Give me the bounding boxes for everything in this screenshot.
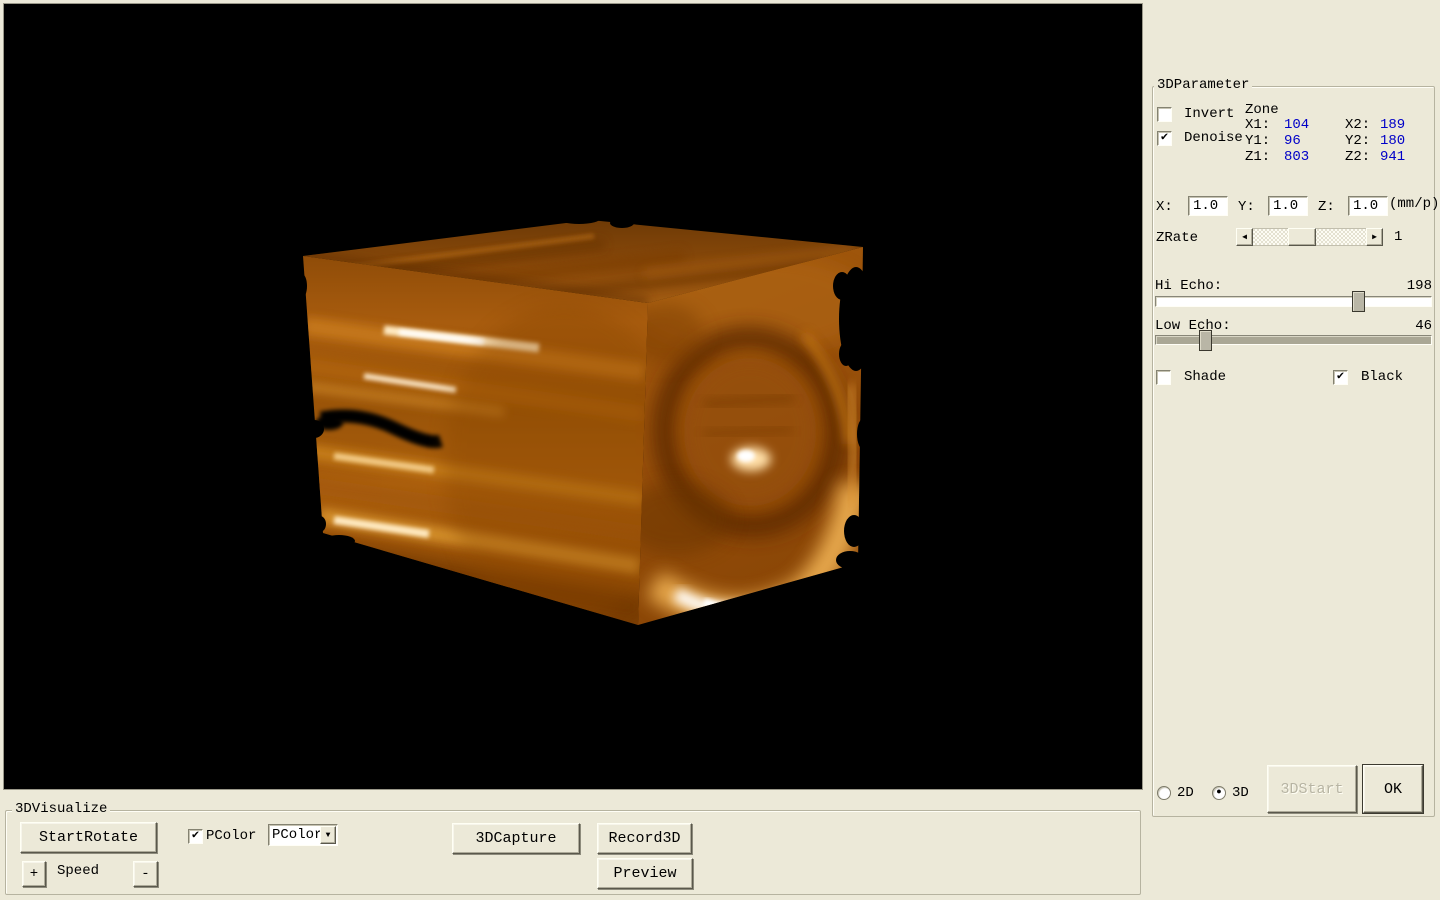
low-echo-slider-thumb[interactable] bbox=[1199, 330, 1212, 351]
app-window: { "colors": { "bg": "#ece9d8", "viewport… bbox=[0, 0, 1440, 900]
pcolor-dropdown-value: PColor bbox=[272, 827, 322, 843]
chevron-down-icon[interactable]: ▼ bbox=[320, 826, 336, 844]
3dstart-button[interactable]: 3DStart bbox=[1267, 765, 1357, 813]
group-title-3dvisualize: 3DVisualize bbox=[12, 802, 110, 817]
y-scale-input[interactable] bbox=[1268, 196, 1308, 216]
zrate-value: 1 bbox=[1394, 229, 1402, 245]
zone-z2-label: Z2: bbox=[1345, 149, 1370, 165]
zone-y1-value: 96 bbox=[1284, 133, 1301, 149]
black-checkbox[interactable]: ✔ bbox=[1333, 370, 1348, 385]
mode-2d-label: 2D bbox=[1177, 785, 1194, 801]
low-echo-label: Low Echo: bbox=[1155, 318, 1231, 334]
low-echo-value: 46 bbox=[1370, 318, 1432, 334]
black-label: Black bbox=[1361, 369, 1403, 385]
invert-checkbox[interactable] bbox=[1157, 107, 1172, 122]
checkbox-mark: ✔ bbox=[1158, 131, 1171, 144]
hi-echo-value: 198 bbox=[1370, 278, 1432, 294]
scale-unit-label: (mm/p) bbox=[1389, 196, 1439, 212]
volume-render bbox=[4, 4, 1143, 790]
zrate-right-arrow-icon[interactable]: ▶ bbox=[1366, 228, 1383, 246]
speed-label: Speed bbox=[57, 863, 99, 879]
denoise-label: Denoise bbox=[1184, 130, 1243, 146]
mode-3d-radio[interactable]: ● bbox=[1212, 786, 1226, 800]
speed-minus-button[interactable]: - bbox=[133, 861, 158, 887]
zone-y1-label: Y1: bbox=[1245, 133, 1270, 149]
y-scale-label: Y: bbox=[1238, 199, 1255, 215]
checkbox-mark: ✔ bbox=[1334, 370, 1347, 383]
pcolor-checkbox[interactable]: ✔ bbox=[188, 829, 203, 844]
record3d-button[interactable]: Record3D bbox=[597, 823, 692, 854]
x-scale-label: X: bbox=[1156, 199, 1173, 215]
invert-label: Invert bbox=[1184, 106, 1234, 122]
zone-y2-label: Y2: bbox=[1345, 133, 1370, 149]
zone-x1-label: X1: bbox=[1245, 117, 1270, 133]
zrate-scrollbar-thumb[interactable] bbox=[1288, 228, 1316, 246]
render-viewport[interactable] bbox=[3, 3, 1143, 790]
z-scale-input[interactable] bbox=[1348, 196, 1388, 216]
x-scale-input[interactable] bbox=[1188, 196, 1228, 216]
zone-z1-value: 803 bbox=[1284, 149, 1309, 165]
shade-checkbox[interactable] bbox=[1156, 370, 1171, 385]
shade-label: Shade bbox=[1184, 369, 1226, 385]
group-title-3dparameter: 3DParameter bbox=[1154, 78, 1252, 93]
hi-echo-slider-thumb[interactable] bbox=[1352, 291, 1365, 312]
zone-x1-value: 104 bbox=[1284, 117, 1309, 133]
ok-button[interactable]: OK bbox=[1363, 765, 1423, 813]
zrate-left-arrow-icon[interactable]: ◀ bbox=[1236, 228, 1253, 246]
zrate-scrollbar[interactable]: ◀ ▶ bbox=[1236, 228, 1383, 246]
zone-label: Zone bbox=[1245, 102, 1279, 118]
zone-y2-value: 180 bbox=[1380, 133, 1405, 149]
zone-z1-label: Z1: bbox=[1245, 149, 1270, 165]
pcolor-label: PColor bbox=[206, 828, 256, 844]
zone-x2-value: 189 bbox=[1380, 117, 1405, 133]
low-echo-slider-track[interactable] bbox=[1155, 335, 1432, 345]
hi-echo-slider-track[interactable] bbox=[1155, 296, 1432, 307]
zone-x2-label: X2: bbox=[1345, 117, 1370, 133]
mode-3d-label: 3D bbox=[1232, 785, 1249, 801]
3dcapture-button[interactable]: 3DCapture bbox=[452, 823, 580, 854]
denoise-checkbox[interactable]: ✔ bbox=[1157, 131, 1172, 146]
zone-z2-value: 941 bbox=[1380, 149, 1405, 165]
preview-button[interactable]: Preview bbox=[597, 858, 693, 889]
start-rotate-button[interactable]: StartRotate bbox=[20, 822, 157, 853]
radio-dot: ● bbox=[1213, 787, 1225, 798]
zrate-label: ZRate bbox=[1156, 230, 1198, 246]
z-scale-label: Z: bbox=[1318, 199, 1335, 215]
checkbox-mark: ✔ bbox=[189, 829, 202, 842]
speed-plus-button[interactable]: + bbox=[22, 861, 46, 887]
pcolor-dropdown[interactable]: PColor ▼ bbox=[268, 824, 338, 846]
mode-2d-radio[interactable] bbox=[1157, 786, 1171, 800]
hi-echo-label: Hi Echo: bbox=[1155, 278, 1222, 294]
